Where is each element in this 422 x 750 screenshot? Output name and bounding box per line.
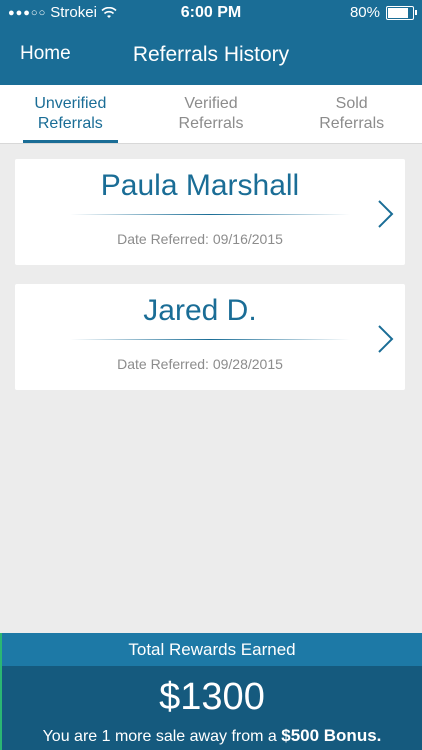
tab-sold-referrals[interactable]: Sold Referrals xyxy=(281,85,422,143)
referral-name: Jared D. xyxy=(143,294,257,327)
tab-verified-referrals[interactable]: Verified Referrals xyxy=(141,85,282,143)
chevron-right-icon[interactable] xyxy=(377,199,395,229)
rewards-footer: Total Rewards Earned $1300 You are 1 mor… xyxy=(0,633,422,750)
tab-label-line1: Unverified xyxy=(34,95,107,112)
battery-percent: 80% xyxy=(349,4,380,21)
tab-unverified-referrals[interactable]: Unverified Referrals xyxy=(0,85,141,143)
tab-bar: Unverified Referrals Verified Referrals … xyxy=(0,85,422,144)
page-title: Referrals History xyxy=(132,43,290,66)
bonus-message: You are 1 more sale away from a $500 Bon… xyxy=(2,726,422,746)
battery-group: 80% xyxy=(349,4,417,21)
nav-bar: Home Referrals History xyxy=(0,26,422,85)
battery-icon xyxy=(386,5,417,20)
referral-date: Date Referred: 09/28/2015 xyxy=(117,356,283,372)
tab-label-line2: Referrals xyxy=(37,115,103,132)
tab-label-line1: Sold xyxy=(335,95,368,112)
divider xyxy=(70,214,350,215)
tab-label-line2: Referrals xyxy=(178,115,244,132)
bonus-message-text: You are 1 more sale away from a xyxy=(42,728,282,745)
rewards-body: $1300 You are 1 more sale away from a $5… xyxy=(0,666,422,750)
rewards-amount: $1300 xyxy=(159,676,265,718)
referral-card[interactable]: Paula Marshall Date Referred: 09/16/2015 xyxy=(15,159,405,265)
tab-label-line2: Referrals xyxy=(319,115,385,132)
bonus-amount: $500 Bonus. xyxy=(281,726,382,745)
rewards-header: Total Rewards Earned xyxy=(0,633,422,666)
active-tab-indicator xyxy=(23,140,118,143)
status-bar: ●●●○○ Strokei 6:00 PM 80% xyxy=(0,0,422,26)
tab-label-line1: Verified xyxy=(184,95,238,112)
referral-date: Date Referred: 09/16/2015 xyxy=(117,231,283,247)
referral-card[interactable]: Jared D. Date Referred: 09/28/2015 xyxy=(15,284,405,390)
chevron-right-icon[interactable] xyxy=(377,324,395,354)
divider xyxy=(70,339,350,340)
top-bar: ●●●○○ Strokei 6:00 PM 80% Home Referrals… xyxy=(0,0,422,85)
referral-name: Paula Marshall xyxy=(100,169,300,202)
